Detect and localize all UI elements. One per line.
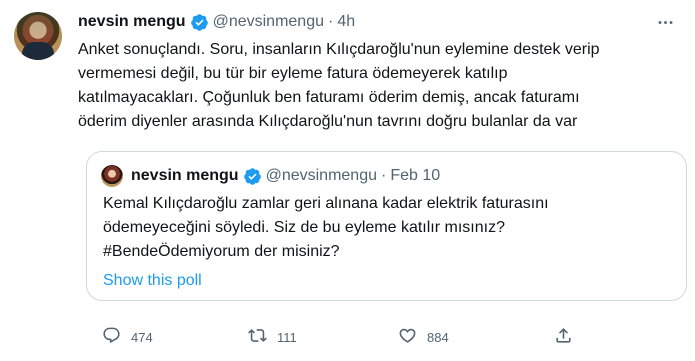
retweet-button[interactable]: 111: [248, 326, 297, 348]
verified-badge-icon: [243, 167, 262, 186]
quoted-tweet-header: nevsin mengu @nevsinmengu · Feb 10: [131, 165, 440, 187]
separator-dot: ·: [381, 167, 387, 184]
tweet-text: Anket sonuçlandı. Soru, insanların Kılıç…: [78, 38, 678, 134]
tweet-text-line: katılmayacakları. Çoğunluk ben faturamı …: [78, 89, 580, 106]
tweet-header: nevsin mengu @nevsinmengu · 4h: [78, 12, 355, 32]
tweet-actions: 474 111 884: [84, 326, 684, 348]
quoted-author-handle: @nevsinmengu: [265, 167, 377, 184]
quoted-text-line: ödemeyeceğini söyledi. Siz de bu eyleme …: [103, 219, 505, 236]
quoted-text-line: Kemal Kılıçdaroğlu zamlar geri alınana k…: [103, 195, 549, 212]
share-button[interactable]: [554, 326, 573, 348]
share-icon: [554, 326, 573, 348]
quoted-tweet[interactable]: nevsin mengu @nevsinmengu · Feb 10 Kemal…: [86, 151, 687, 301]
author-handle[interactable]: @nevsinmengu: [213, 13, 324, 31]
quoted-avatar: [101, 165, 123, 187]
tweet-text-line: öderim diyenler arasında Kılıçdaroğlu'nu…: [78, 113, 578, 130]
avatar[interactable]: [14, 12, 62, 60]
quoted-tweet-text: Kemal Kılıçdaroğlu zamlar geri alınana k…: [103, 192, 673, 264]
reply-icon: [102, 326, 121, 348]
more-options-icon[interactable]: [653, 10, 677, 34]
tweet[interactable]: nevsin mengu @nevsinmengu · 4h Anket son…: [0, 0, 695, 361]
retweet-count: 111: [277, 329, 297, 345]
tweet-timestamp[interactable]: 4h: [337, 13, 355, 31]
like-button[interactable]: 884: [398, 326, 449, 348]
author-name[interactable]: nevsin mengu: [78, 13, 186, 31]
heart-icon: [398, 326, 417, 348]
quoted-tweet-timestamp: Feb 10: [390, 167, 441, 184]
tweet-text-line: vermemesi değil, bu tür bir eyleme fatur…: [78, 65, 508, 82]
retweet-icon: [248, 326, 267, 348]
tweet-text-line: Anket sonuçlandı. Soru, insanların Kılıç…: [78, 41, 600, 58]
reply-count: 474: [131, 329, 153, 345]
quoted-text-line: #BendeÖdemiyorum der misiniz?: [103, 243, 340, 260]
verified-badge-icon: [190, 13, 209, 32]
like-count: 884: [427, 329, 449, 345]
separator-dot: ·: [328, 13, 334, 30]
reply-button[interactable]: 474: [102, 326, 153, 348]
show-poll-link[interactable]: Show this poll: [103, 272, 202, 290]
quoted-author-name: nevsin mengu: [131, 167, 239, 184]
